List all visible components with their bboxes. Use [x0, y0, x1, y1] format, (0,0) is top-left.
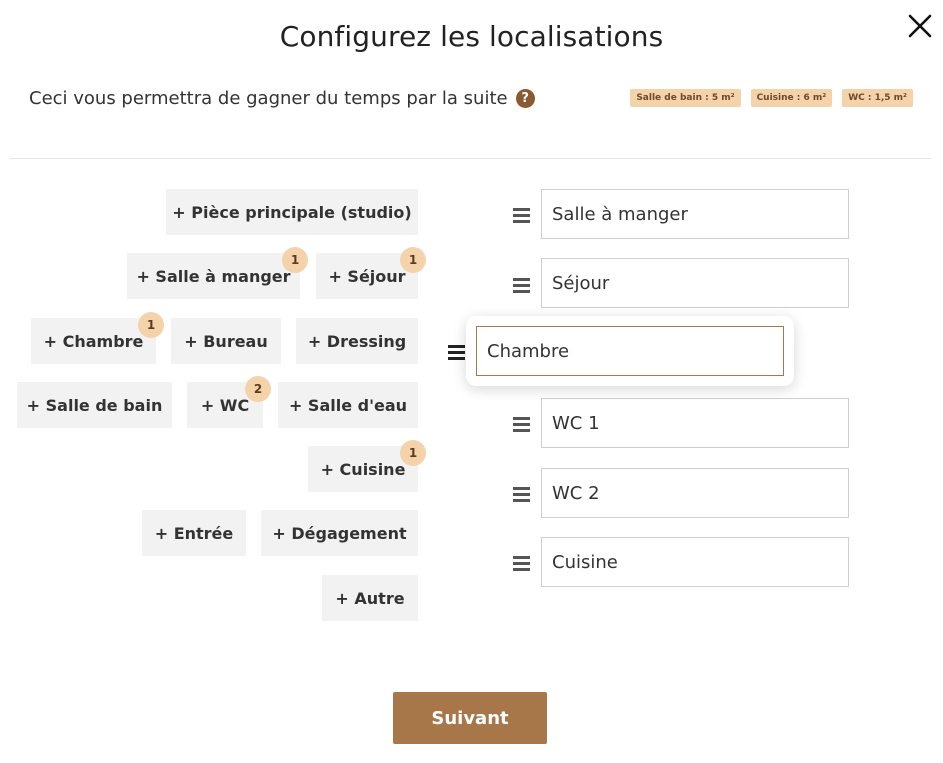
add-dressing-button[interactable]: + Dressing [296, 318, 418, 364]
add-salle-d-eau-button[interactable]: + Salle d'eau [278, 382, 418, 428]
add-autre-button[interactable]: + Autre [322, 575, 418, 621]
add-degagement-button[interactable]: + Dégagement [261, 510, 418, 556]
close-button[interactable] [905, 12, 935, 42]
drag-handle-icon[interactable] [513, 207, 531, 223]
add-bureau-button[interactable]: + Bureau [171, 318, 281, 364]
area-chip-bathroom: Salle de bain : 5 m² [630, 89, 741, 107]
location-field[interactable] [541, 258, 849, 308]
close-icon[interactable] [905, 12, 935, 42]
subtitle-row: Ceci vous permettra de gagner du temps p… [29, 88, 535, 109]
count-badge-sejour: 1 [400, 247, 426, 273]
drag-handle-icon[interactable] [513, 416, 531, 432]
drag-handle-icon[interactable] [513, 486, 531, 502]
drag-handle-icon[interactable] [513, 555, 531, 571]
location-field[interactable] [541, 189, 849, 239]
location-field-active[interactable] [476, 326, 784, 376]
count-badge-wc: 2 [245, 376, 271, 402]
modal-title: Configurez les localisations [279, 20, 664, 53]
subtitle-text: Ceci vous permettra de gagner du temps p… [29, 88, 508, 109]
add-piece-principale-button[interactable]: + Pièce principale (studio) [166, 189, 418, 235]
count-badge-chambre: 1 [138, 312, 164, 338]
location-field[interactable] [541, 537, 849, 587]
count-badge-cuisine: 1 [400, 440, 426, 466]
area-chip-kitchen: Cuisine : 6 m² [750, 89, 833, 107]
count-badge-salle-a-manger: 1 [282, 247, 308, 273]
drag-handle-icon[interactable] [513, 277, 531, 293]
area-chip-wc: WC : 1,5 m² [842, 89, 913, 107]
add-salle-a-manger-button[interactable]: + Salle à manger [127, 253, 300, 299]
location-field[interactable] [541, 468, 849, 518]
divider [10, 158, 931, 159]
location-field[interactable] [541, 398, 849, 448]
add-salle-de-bain-button[interactable]: + Salle de bain [17, 382, 172, 428]
area-chips: Salle de bain : 5 m² Cuisine : 6 m² WC :… [630, 89, 913, 107]
dragged-location-card[interactable] [466, 316, 794, 386]
help-icon[interactable]: ? [515, 89, 535, 108]
drag-handle-icon[interactable] [448, 344, 466, 360]
add-entree-button[interactable]: + Entrée [142, 510, 246, 556]
next-button[interactable]: Suivant [393, 692, 547, 744]
